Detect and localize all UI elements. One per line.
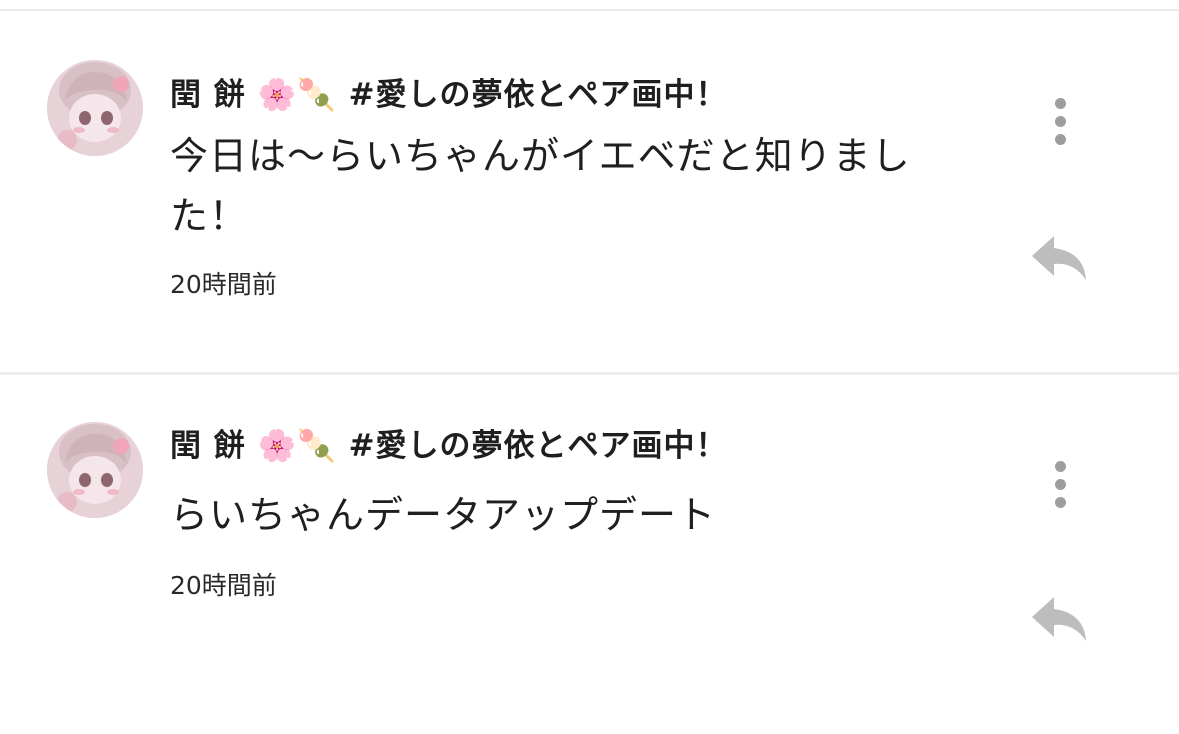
comment-timestamp: 20時間前 — [170, 571, 277, 600]
reply-button[interactable] — [1028, 593, 1090, 643]
reply-icon — [1032, 236, 1086, 280]
comment-text: 今日は〜らいちゃんがイエベだと知りました！ — [170, 134, 911, 238]
comment-author[interactable]: 閏 餅 🌸🍡 #愛しの夢依とペア画中！ — [170, 69, 728, 114]
comment-item: 閏 餅 🌸🍡 #愛しの夢依とペア画中！ 今日は〜らいちゃんがイエベだと知りました… — [0, 11, 1179, 373]
avatar[interactable] — [47, 422, 143, 518]
more-options-button[interactable] — [1040, 454, 1080, 514]
more-vertical-icon-dot — [1054, 133, 1066, 145]
reply-button[interactable] — [1028, 232, 1090, 282]
more-vertical-icon-dot — [1054, 478, 1066, 490]
comment-author[interactable]: 閏 餅 🌸🍡 #愛しの夢依とペア画中！ — [170, 420, 728, 465]
avatar[interactable] — [47, 60, 143, 156]
more-vertical-icon-dot — [1054, 115, 1066, 127]
comment-timestamp: 20時間前 — [170, 270, 277, 299]
more-options-button[interactable] — [1040, 91, 1080, 151]
comment-text: らいちゃんデータアップデート — [170, 493, 717, 537]
comment-item: 閏 餅 🌸🍡 #愛しの夢依とペア画中！ らいちゃんデータアップデート 20時間前 — [0, 375, 1179, 734]
more-vertical-icon — [1054, 97, 1066, 109]
more-vertical-icon-dot — [1054, 496, 1066, 508]
more-vertical-icon — [1054, 460, 1066, 472]
reply-icon — [1032, 597, 1086, 641]
